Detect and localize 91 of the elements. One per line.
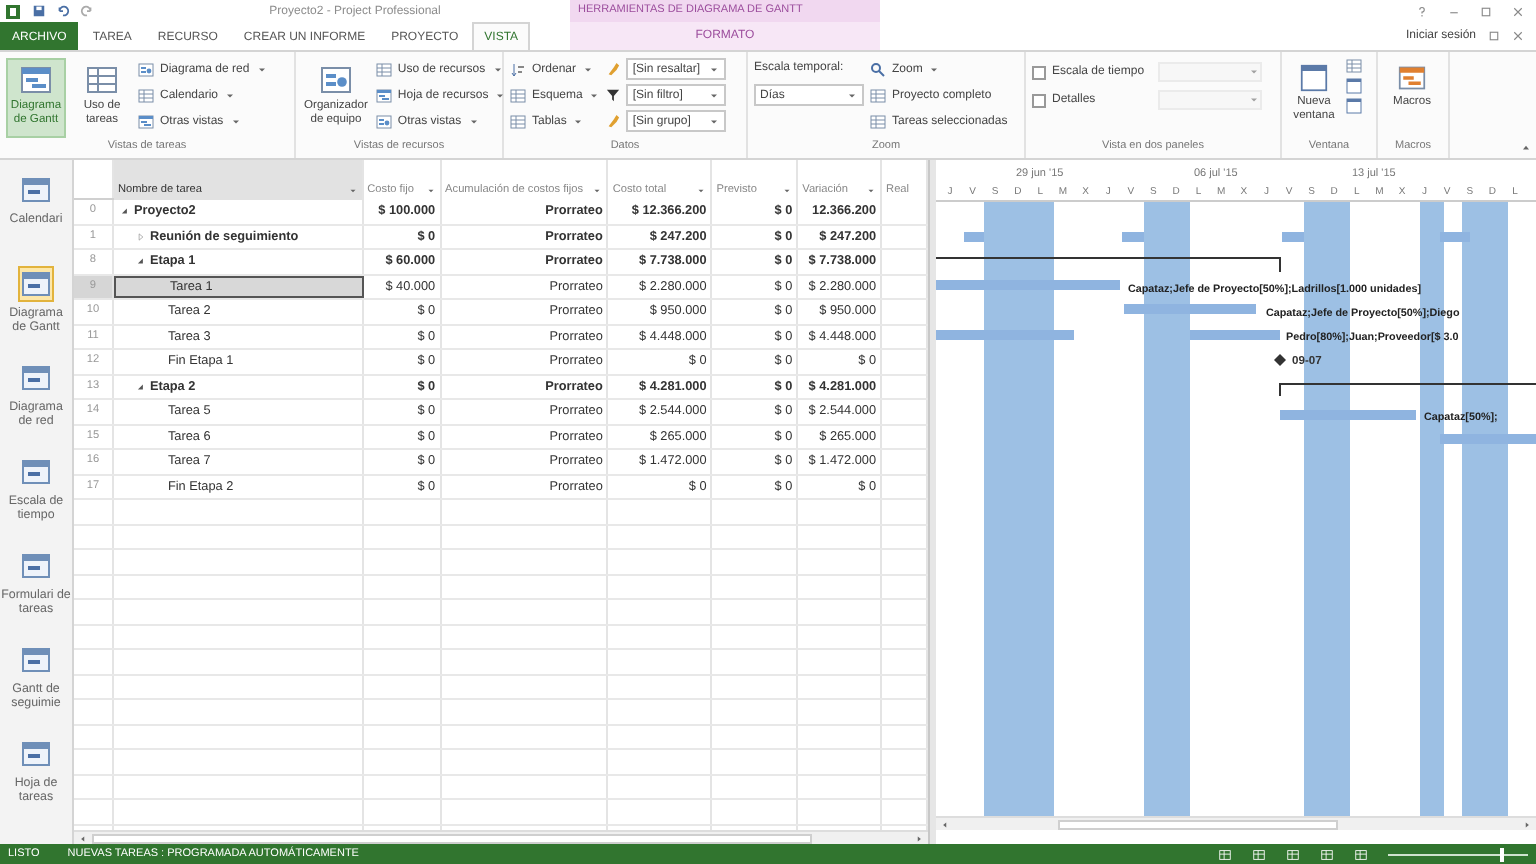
caret-icon — [1248, 94, 1260, 106]
right-arrow-icon — [914, 833, 924, 843]
task-bar — [1124, 304, 1256, 314]
outline-icon — [510, 87, 526, 103]
zoom-fit-icon — [870, 113, 886, 129]
view-icon — [375, 87, 392, 103]
scrollbar-thumb[interactable] — [1058, 819, 1338, 829]
caret-icon — [708, 89, 721, 101]
task-bar — [1122, 232, 1144, 242]
table-icon — [510, 113, 526, 129]
view-shortcut-button[interactable] — [1354, 847, 1368, 861]
view-icon — [1252, 847, 1266, 861]
view-icon — [1320, 847, 1334, 861]
view-shortcut-button[interactable] — [1320, 847, 1334, 861]
caret-icon — [425, 186, 436, 196]
caret-icon — [572, 115, 585, 127]
task-bar — [964, 232, 984, 242]
arrange-icon — [1346, 58, 1362, 74]
maximize-icon — [1480, 5, 1492, 17]
close-icon — [1512, 5, 1524, 17]
filter-icon — [606, 88, 621, 102]
view-icon — [20, 64, 52, 96]
caret-icon — [467, 115, 480, 127]
collapse-ribbon-button[interactable] — [1520, 142, 1532, 154]
window-icon — [1300, 64, 1328, 92]
undo-icon — [56, 4, 70, 18]
caret-icon — [928, 63, 941, 75]
view-icon — [375, 61, 392, 77]
caret-icon — [588, 89, 601, 101]
group-icon — [606, 114, 621, 128]
left-arrow-icon — [78, 833, 88, 843]
caret-icon — [582, 63, 595, 75]
view-icon — [138, 113, 154, 129]
scroll-left-button[interactable] — [78, 833, 88, 843]
caret-icon — [491, 63, 504, 75]
left-arrow-icon — [940, 819, 950, 829]
view-icon — [86, 64, 118, 96]
close-button[interactable] — [1512, 5, 1524, 17]
caret-icon — [696, 186, 707, 196]
caret-icon — [347, 186, 358, 196]
restore-icon — [1488, 30, 1500, 42]
team-icon — [319, 64, 352, 96]
view-icon — [138, 61, 154, 77]
caret-icon — [255, 63, 268, 75]
caret-icon — [1248, 66, 1260, 78]
macro-icon — [1398, 64, 1426, 92]
view-icon — [1218, 847, 1232, 861]
redo-icon — [80, 4, 94, 18]
view-icon — [138, 87, 154, 103]
caret-icon — [494, 89, 507, 101]
right-arrow-icon — [1522, 819, 1532, 829]
checkbox[interactable] — [1032, 65, 1046, 79]
task-bar — [1440, 434, 1536, 444]
caret-icon — [866, 186, 877, 196]
scroll-right-button[interactable] — [914, 833, 924, 843]
view-shortcut-button[interactable] — [1218, 847, 1232, 861]
split-icon — [1346, 78, 1362, 94]
close-icon — [1512, 30, 1524, 42]
checkbox[interactable] — [1032, 93, 1046, 107]
caret-icon — [708, 115, 721, 127]
view-icon — [1286, 847, 1300, 861]
caret-icon — [846, 89, 858, 101]
view-shortcut-button[interactable] — [1252, 847, 1266, 861]
scrollbar-thumb[interactable] — [92, 833, 812, 843]
view-icon — [375, 113, 392, 129]
scroll-left-button[interactable] — [940, 819, 950, 829]
task-bar — [1440, 232, 1470, 242]
restore-button[interactable] — [1488, 30, 1500, 42]
caret-icon — [592, 186, 603, 196]
task-bar — [1282, 232, 1304, 242]
scroll-right-button[interactable] — [1522, 819, 1532, 829]
help-icon — [1416, 5, 1428, 17]
view-icon — [1354, 847, 1368, 861]
caret-icon — [229, 115, 242, 127]
sort-icon — [510, 61, 526, 77]
task-bar — [1280, 410, 1416, 420]
task-bar — [936, 330, 1074, 340]
task-bar — [1190, 330, 1280, 340]
brush-icon — [606, 62, 621, 76]
view-shortcut-button[interactable] — [1286, 847, 1300, 861]
caret-icon — [782, 186, 793, 196]
help-button[interactable] — [1416, 5, 1428, 17]
maximize-button[interactable] — [1480, 5, 1492, 17]
switch-icon — [1346, 98, 1362, 114]
caret-icon — [224, 89, 237, 101]
caret-icon — [708, 63, 721, 75]
magnify-icon — [870, 61, 886, 77]
collapse-icon — [1520, 142, 1532, 154]
zoom-fit-icon — [870, 87, 886, 103]
milestone-icon — [1274, 354, 1286, 366]
close-document-button[interactable] — [1512, 30, 1524, 42]
